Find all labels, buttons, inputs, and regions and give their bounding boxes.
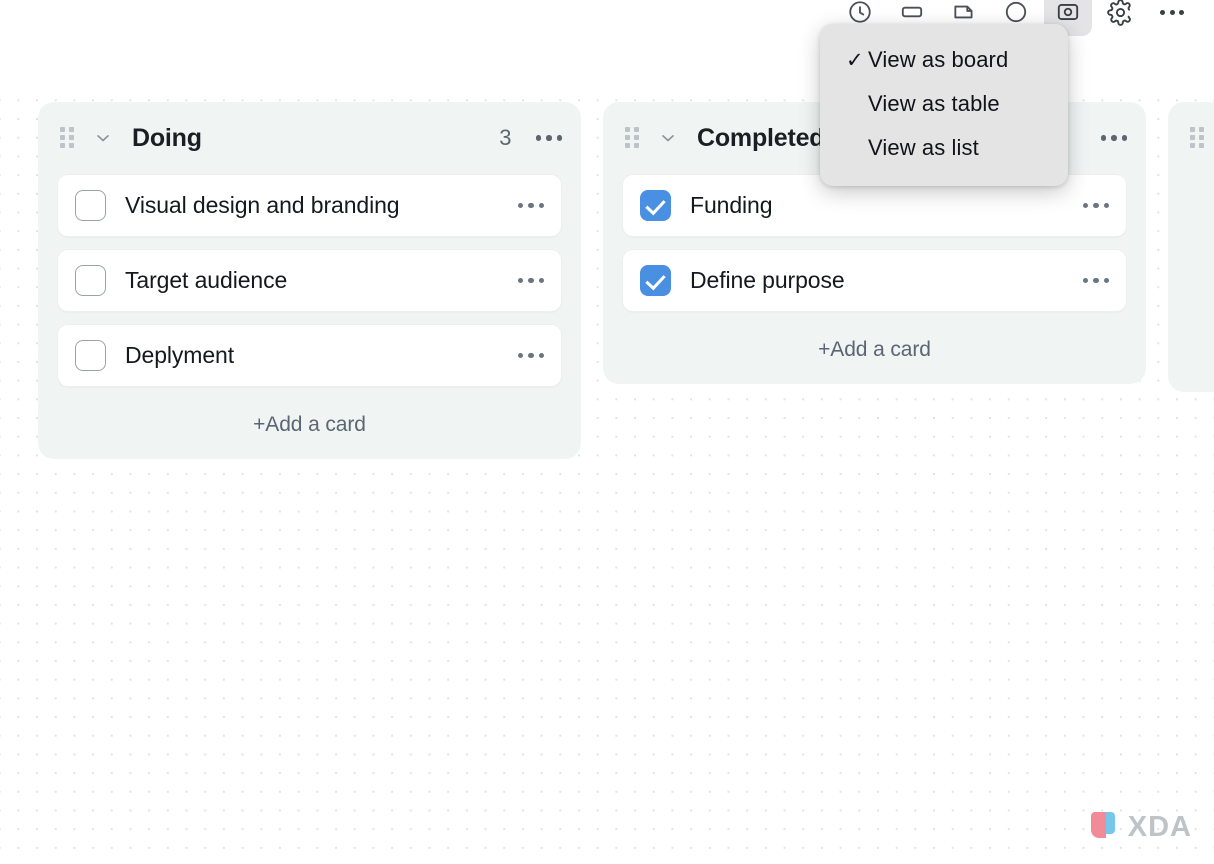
card-title: Target audience: [125, 267, 287, 294]
add-card-button[interactable]: +Add a card: [38, 413, 581, 437]
xda-watermark-text: XDA: [1128, 813, 1192, 842]
column-menu-button[interactable]: [534, 129, 565, 147]
card-title: Visual design and branding: [125, 192, 399, 219]
page-icon: [951, 0, 977, 25]
column-header: Doing 3: [38, 102, 581, 174]
card-title: Deplyment: [125, 342, 234, 369]
more-options-button[interactable]: [1148, 0, 1196, 36]
board-column-doing[interactable]: Doing 3 Visual design and branding: [38, 102, 581, 459]
column-title: Doing: [132, 124, 202, 153]
rectangle-icon: [899, 0, 925, 25]
drag-handle-icon[interactable]: [625, 127, 641, 149]
check-icon: ✓: [846, 50, 864, 71]
circle-icon: [1003, 0, 1029, 25]
gear-icon: [1107, 0, 1134, 26]
menu-item-label: View as board: [868, 47, 1008, 73]
card-checkbox[interactable]: [640, 190, 671, 221]
drag-handle-icon[interactable]: [60, 127, 76, 149]
ellipsis-icon: [1160, 10, 1184, 15]
xda-logo-icon: [1091, 812, 1121, 842]
card-item[interactable]: Target audience: [57, 249, 562, 312]
column-header: [1168, 102, 1214, 174]
column-card-count: 3: [499, 125, 511, 151]
menu-item-view-as-board[interactable]: ✓ View as board: [820, 38, 1068, 82]
card-menu-button[interactable]: [516, 272, 547, 290]
menu-item-view-as-table[interactable]: View as table: [820, 82, 1068, 126]
history-icon: [847, 0, 873, 25]
card-title: Funding: [690, 192, 772, 219]
card-checkbox[interactable]: [640, 265, 671, 296]
card-item[interactable]: Visual design and branding: [57, 174, 562, 237]
add-card-button[interactable]: +Add a card: [603, 338, 1146, 362]
xda-watermark: XDA: [1091, 812, 1192, 842]
card-list: Visual design and branding Target audien…: [38, 174, 581, 387]
view-switch-icon: [1055, 0, 1081, 25]
card-list: Funding Define purpose: [603, 174, 1146, 312]
card-title: Define purpose: [690, 267, 845, 294]
card-menu-button[interactable]: [516, 347, 547, 365]
card-checkbox[interactable]: [75, 340, 106, 371]
view-options-menu: ✓ View as board View as table View as li…: [820, 24, 1068, 186]
board-column-partial[interactable]: [1168, 102, 1214, 392]
drag-handle-icon[interactable]: [1190, 127, 1206, 149]
card-menu-button[interactable]: [1081, 197, 1112, 215]
card-item[interactable]: Define purpose: [622, 249, 1127, 312]
column-title: Completed: [697, 124, 824, 153]
menu-item-view-as-list[interactable]: View as list: [820, 126, 1068, 170]
menu-item-label: View as table: [868, 91, 1000, 117]
card-checkbox[interactable]: [75, 190, 106, 221]
card-item[interactable]: Deplyment: [57, 324, 562, 387]
card-checkbox[interactable]: [75, 265, 106, 296]
card-menu-button[interactable]: [1081, 272, 1112, 290]
chevron-down-icon[interactable]: [657, 127, 679, 149]
menu-item-label: View as list: [868, 135, 979, 161]
column-menu-button[interactable]: [1099, 129, 1130, 147]
settings-button[interactable]: [1096, 0, 1144, 36]
app-root: Doing 3 Visual design and branding: [0, 0, 1214, 864]
chevron-down-icon[interactable]: [92, 127, 114, 149]
card-menu-button[interactable]: [516, 197, 547, 215]
